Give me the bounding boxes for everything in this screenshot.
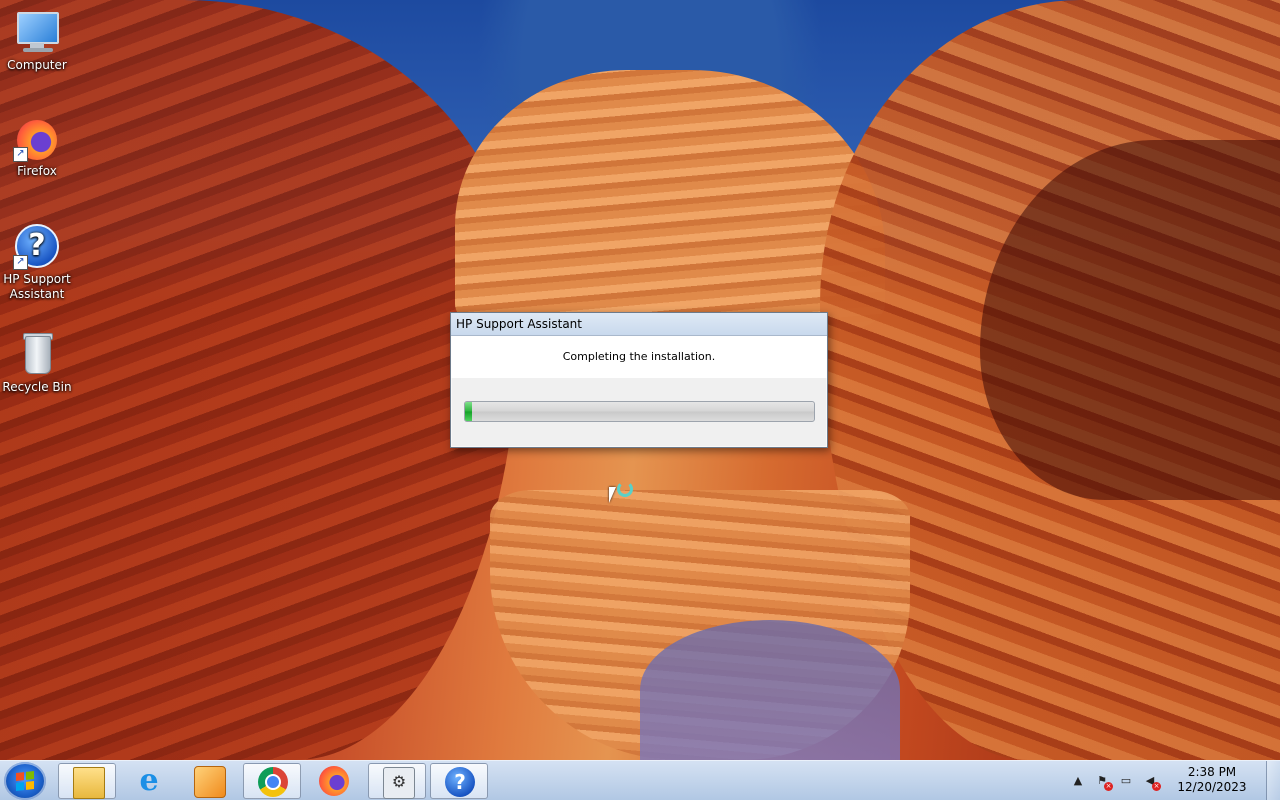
desktop-icon-label: Computer [7,58,67,72]
windows-media-player-icon [194,766,226,798]
progress-fill [465,402,472,421]
taskbar-firefox[interactable] [305,763,363,799]
file-explorer-icon [73,767,105,799]
taskbar-windows-media-player[interactable] [180,763,238,799]
desktop-icon-label: Firefox [17,164,57,178]
shortcut-arrow-icon: ↗ [13,147,28,162]
desktop[interactable]: Computer ↗ Firefox ? ↗ HP Support Assist… [0,0,1280,760]
dialog-title: HP Support Assistant [451,313,827,336]
taskbar: e ⚙ ? ▲ ⚑ × ▭ ◀ × 2:38 PM 12/20/2023 [0,760,1280,800]
dialog-message: Completing the installation. [451,336,827,378]
network-icon[interactable]: ▭ [1118,773,1134,789]
busy-cursor-icon [609,481,635,507]
start-button[interactable] [4,762,46,800]
wallpaper-sky-reflection [640,620,900,760]
shortcut-arrow-icon: ↗ [13,255,28,270]
desktop-icon-hp-support-assistant[interactable]: ? ↗ HP Support Assistant [0,222,74,302]
taskbar-chrome[interactable] [243,763,301,799]
desktop-icon-firefox[interactable]: ↗ Firefox [0,114,74,179]
desktop-icon-label: HP Support Assistant [3,272,71,301]
show-desktop-button[interactable] [1266,761,1280,800]
taskbar-hp-support-assistant[interactable]: ? [430,763,488,799]
computer-icon [13,8,61,56]
hp-support-assistant-icon: ? [445,767,475,797]
clock-time: 2:38 PM [1187,765,1237,779]
show-hidden-icons-icon[interactable]: ▲ [1070,773,1086,789]
installer-icon: ⚙ [383,767,415,799]
installer-dialog[interactable]: HP Support Assistant Completing the inst… [450,312,828,448]
windows-start-icon [16,771,34,791]
desktop-icon-recycle-bin[interactable]: Recycle Bin [0,330,74,395]
desktop-icon-label: Recycle Bin [2,380,72,394]
taskbar-internet-explorer[interactable]: e [120,763,178,799]
wallpaper-rock-left [0,0,520,760]
hp-support-assistant-icon: ? ↗ [13,222,61,270]
notification-area: ▲ ⚑ × ▭ ◀ × 2:38 PM 12/20/2023 [1070,761,1250,800]
action-center-flag-icon[interactable]: ⚑ × [1094,773,1113,791]
system-clock[interactable]: 2:38 PM 12/20/2023 [1174,765,1250,795]
firefox-icon: ↗ [13,114,61,162]
firefox-icon [319,766,349,796]
chrome-icon [258,767,288,797]
volume-muted-icon[interactable]: ◀ × [1142,773,1161,791]
installation-progress-bar [464,401,815,422]
clock-date: 12/20/2023 [1177,780,1247,794]
desktop-icon-computer[interactable]: Computer [0,8,74,73]
taskbar-installer[interactable]: ⚙ [368,763,426,799]
internet-explorer-icon: e [139,763,159,798]
recycle-bin-icon [13,330,61,378]
taskbar-file-explorer[interactable] [58,763,116,799]
